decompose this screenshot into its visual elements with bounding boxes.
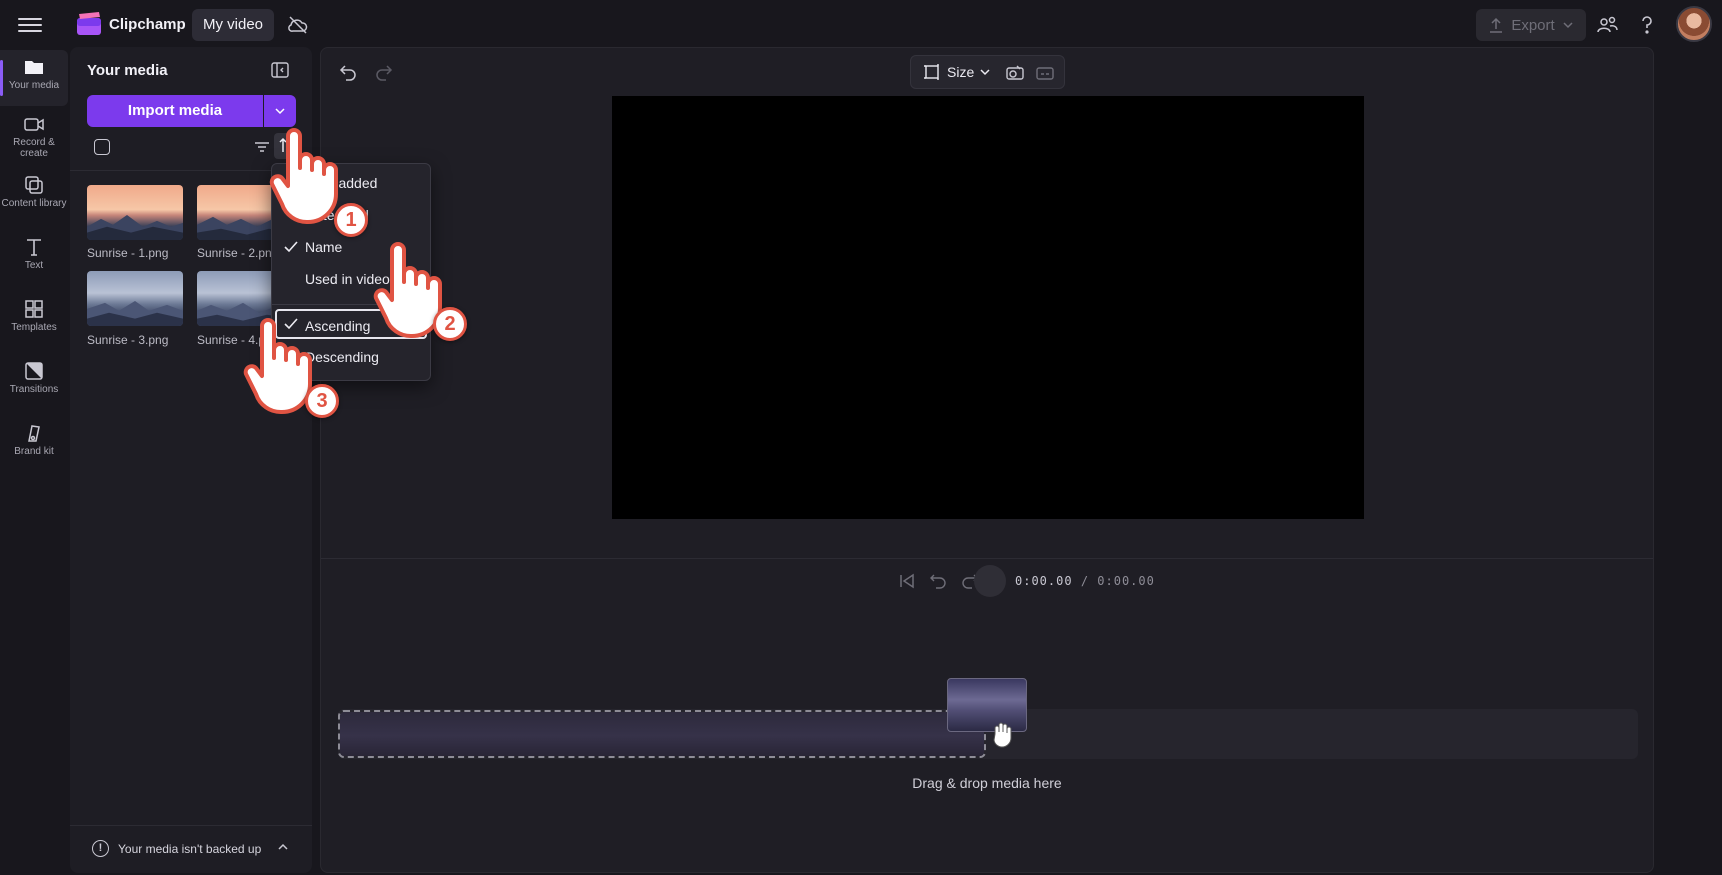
left-rail: Your media Record & create Content libra… <box>0 50 68 875</box>
rail-label: Templates <box>11 322 57 333</box>
frame-preview <box>340 712 412 756</box>
cloud-offline-icon[interactable] <box>287 14 309 36</box>
size-label: Size <box>947 64 975 80</box>
undo-icon[interactable] <box>338 62 358 82</box>
rail-label: Your media <box>8 80 60 91</box>
hamburger-menu-icon[interactable] <box>18 14 42 36</box>
library-icon <box>25 176 43 194</box>
skip-to-start-icon[interactable] <box>897 571 917 591</box>
check-icon <box>284 241 298 253</box>
frame-preview <box>700 712 772 756</box>
time-display: 0:00.00 / 0:00.00 <box>1015 574 1155 588</box>
rail-label: Record & create <box>13 137 55 159</box>
total-time: 0:00.00 <box>1097 574 1155 588</box>
clipchamp-logo-icon <box>77 12 101 35</box>
chevron-down-icon <box>980 69 990 76</box>
captions-icon[interactable] <box>1035 64 1055 82</box>
backup-status-text: Your media isn't backed up <box>118 842 262 856</box>
frame-preview <box>844 712 916 756</box>
import-media-button[interactable]: Import media <box>87 95 263 127</box>
rail-item-text[interactable]: Text <box>0 230 68 286</box>
mountain-image-icon <box>87 300 183 326</box>
frame-preview <box>772 712 844 756</box>
rewind-5s-icon[interactable] <box>928 571 948 591</box>
rail-item-content-library[interactable]: Content library <box>0 168 68 224</box>
help-icon[interactable] <box>1636 14 1658 36</box>
rail-item-record-create[interactable]: Record & create <box>0 107 68 163</box>
video-canvas[interactable] <box>612 96 1364 519</box>
upload-icon <box>1490 17 1503 33</box>
rail-label: Brand kit <box>14 446 54 457</box>
step-badge: 3 <box>305 384 339 418</box>
app-name: Clipchamp <box>109 16 186 33</box>
media-thumbnail[interactable] <box>87 271 183 326</box>
transitions-icon <box>25 362 43 380</box>
templates-icon <box>25 300 43 318</box>
step-badge: 1 <box>334 203 368 237</box>
rail-label: Content library <box>1 198 67 209</box>
import-options-button[interactable] <box>264 95 296 127</box>
people-icon[interactable] <box>1596 14 1618 36</box>
project-name-button[interactable]: My video <box>192 9 274 41</box>
frame-preview <box>628 712 700 756</box>
media-name: Sunrise - 1.png <box>87 246 169 260</box>
chevron-up-icon[interactable] <box>276 840 290 854</box>
frame-preview <box>412 712 484 756</box>
timeline-drop-zone[interactable] <box>338 710 986 758</box>
camera-icon <box>24 118 44 131</box>
panel-title: Your media <box>87 62 168 79</box>
rail-label: Transitions <box>9 384 59 395</box>
media-thumbnail[interactable] <box>87 185 183 240</box>
rail-item-brand-kit[interactable]: Brand kit <box>0 416 68 472</box>
play-button[interactable] <box>974 565 1006 597</box>
mountain-image-icon <box>87 214 183 240</box>
time-separator: / <box>1080 574 1090 588</box>
rail-item-transitions[interactable]: Transitions <box>0 354 68 410</box>
avatar[interactable] <box>1676 6 1712 42</box>
pointer-hand-icon <box>269 128 338 225</box>
chevron-down-icon <box>1563 22 1573 29</box>
divider <box>70 825 312 826</box>
menu-item-label: Name <box>305 239 343 255</box>
media-name: Sunrise - 3.png <box>87 333 169 347</box>
aspect-ratio-toolbar: Size <box>910 55 1065 89</box>
export-button[interactable]: Export <box>1476 9 1586 41</box>
frame-preview <box>556 712 628 756</box>
export-label: Export <box>1511 16 1555 34</box>
current-time: 0:00.00 <box>1015 574 1073 588</box>
divider <box>321 558 1653 559</box>
brand-kit-icon <box>28 425 40 442</box>
select-all-checkbox[interactable] <box>94 139 110 155</box>
rail-label: Text <box>24 260 44 271</box>
chevron-down-icon <box>275 108 285 115</box>
grab-hand-icon <box>993 722 1012 748</box>
resize-icon <box>924 64 939 80</box>
collapse-panel-icon[interactable] <box>270 60 290 80</box>
rail-item-templates[interactable]: Templates <box>0 292 68 348</box>
media-name: Sunrise - 2.png <box>197 246 271 260</box>
frame-preview <box>484 712 556 756</box>
text-icon <box>27 239 41 256</box>
top-bar: Clipchamp My video Export <box>0 0 1722 50</box>
rail-item-your-media[interactable]: Your media <box>0 50 68 106</box>
drop-zone-label: Drag & drop media here <box>912 775 1062 791</box>
step-badge: 2 <box>433 307 467 341</box>
preview-area: Size 0:00.00 / 0:00.00 Drag & drop media… <box>320 47 1654 873</box>
info-icon: ! <box>92 840 109 857</box>
redo-icon[interactable] <box>374 62 394 82</box>
folder-icon <box>25 61 43 74</box>
background-fill-icon[interactable] <box>1005 64 1025 82</box>
size-button[interactable]: Size <box>923 63 990 81</box>
